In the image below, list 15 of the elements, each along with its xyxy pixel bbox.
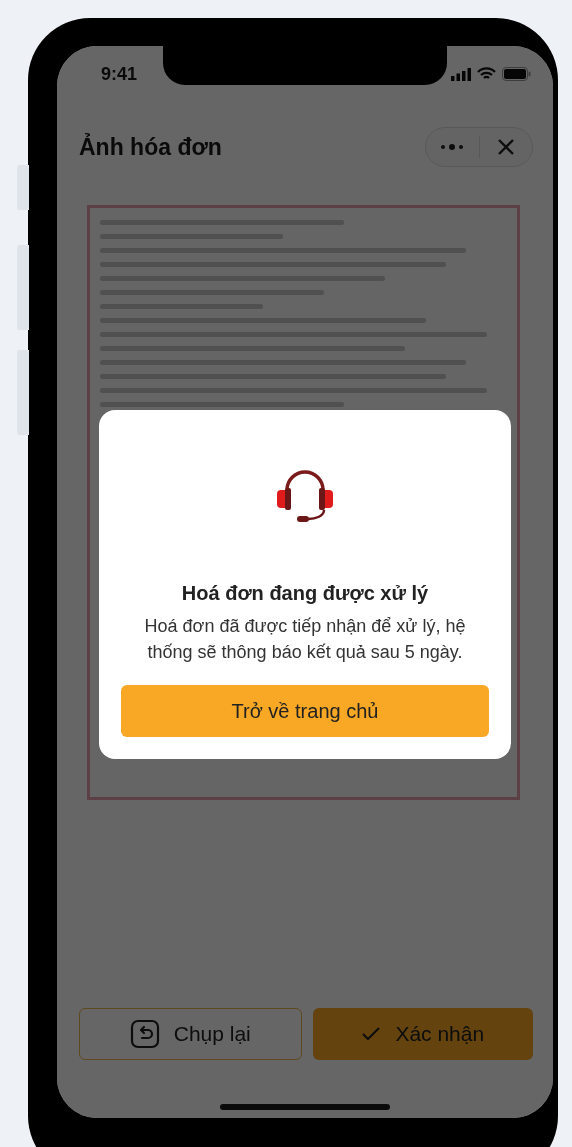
- battery-icon: [502, 67, 531, 81]
- retake-icon: [129, 1019, 160, 1049]
- retake-button[interactable]: Chụp lại: [79, 1008, 302, 1060]
- check-icon: [361, 1026, 382, 1042]
- dialog-message: Hoá đơn đã được tiếp nhận để xử lý, hệ thống sẽ thông báo kết quả sau 5 ngày.: [143, 615, 467, 664]
- page-title: Ảnh hóa đơn: [79, 133, 222, 161]
- more-icon[interactable]: [440, 143, 465, 151]
- home-button[interactable]: Trở về trang chủ: [121, 685, 489, 737]
- status-time: 9:41: [101, 63, 138, 85]
- signal-icon: [451, 67, 471, 81]
- close-icon[interactable]: [496, 138, 515, 156]
- menu-capsule[interactable]: [425, 127, 533, 167]
- wifi-icon: [477, 67, 496, 81]
- dialog-title: Hoá đơn đang được xử lý: [181, 582, 429, 605]
- confirm-button[interactable]: Xác nhận: [312, 1008, 533, 1060]
